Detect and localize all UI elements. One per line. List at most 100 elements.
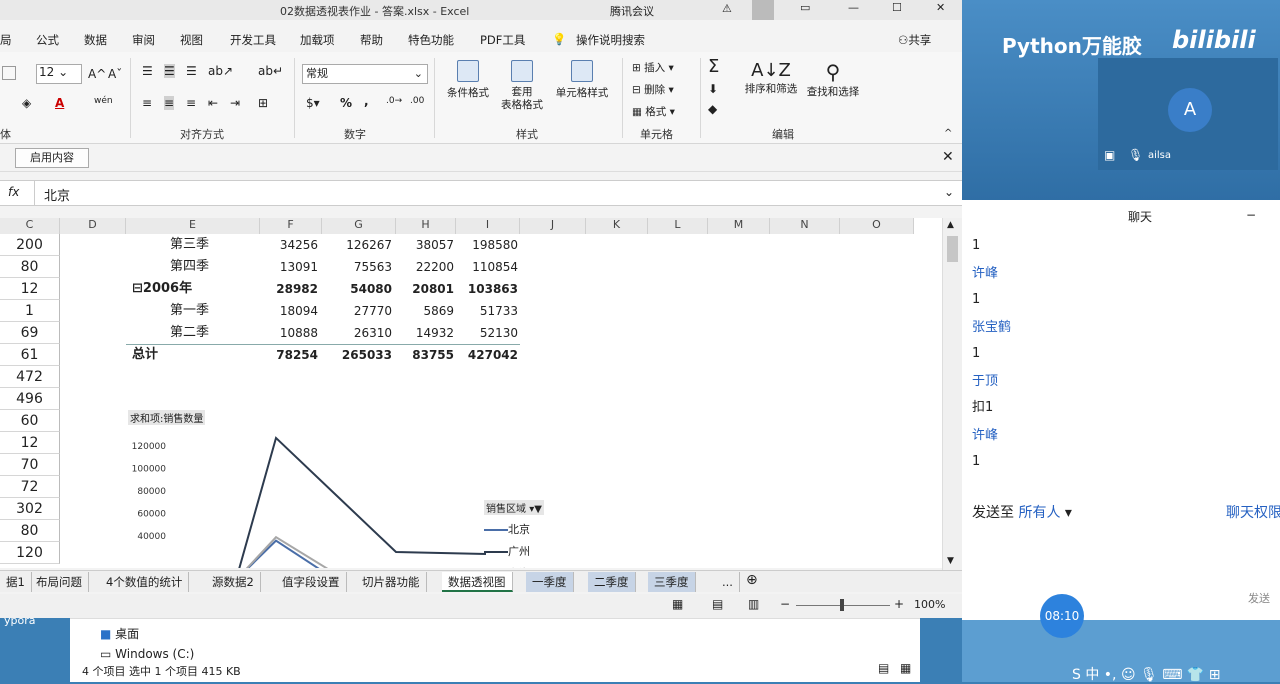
align-bottom-icon[interactable]: ☰ [186, 64, 197, 78]
close-button[interactable]: ✕ [936, 1, 945, 14]
normal-view-icon[interactable]: ▦ [672, 597, 683, 611]
pivot-cell-g[interactable]: 26310 [324, 322, 392, 344]
autosum-icon[interactable]: Σ [708, 56, 719, 77]
pivot-cell-g[interactable]: 54080 [324, 278, 392, 300]
legend-filter-button[interactable]: 销售区域 ▾▼ [484, 500, 544, 515]
col-header-c[interactable]: C [0, 218, 60, 234]
shrink-font-icon[interactable]: Aˇ [108, 67, 122, 81]
find-select-button[interactable]: ⚲ 查找和选择 [802, 60, 864, 99]
decrease-indent-icon[interactable]: ⇤ [208, 96, 218, 110]
pivot-cell-g[interactable]: 265033 [324, 344, 392, 366]
cell-c[interactable]: 80 [0, 256, 60, 278]
cell-c[interactable]: 120 [0, 542, 60, 564]
pivot-cell-f[interactable]: 78254 [262, 344, 318, 366]
collapse-ribbon-icon[interactable]: ^ [944, 128, 952, 139]
list-item[interactable]: ▭ Windows (C:) [100, 647, 194, 661]
enable-content-button[interactable]: 启用内容 [15, 148, 89, 168]
sheet-tab[interactable]: 值字段设置 [276, 572, 347, 592]
pivot-cell-i[interactable]: 52130 [458, 322, 518, 344]
cell-c[interactable]: 472 [0, 366, 60, 388]
insert-button[interactable]: ⊞ 插入 ▾ [632, 60, 674, 75]
page-layout-icon[interactable]: ▤ [712, 597, 723, 611]
col-header-k[interactable]: K [586, 218, 648, 234]
pivot-cell-g[interactable]: 126267 [324, 234, 392, 256]
chat-input[interactable] [970, 526, 1270, 586]
legend-entry[interactable]: 北京 [484, 521, 554, 537]
page-break-icon[interactable]: ▥ [748, 597, 759, 611]
avatar[interactable] [752, 0, 774, 20]
pivot-cell-i[interactable]: 110854 [458, 256, 518, 278]
format-as-table-button[interactable]: 套用 表格格式 [494, 60, 550, 112]
pivot-cell-f[interactable]: 28982 [262, 278, 318, 300]
pivot-cell-g[interactable]: 27770 [324, 300, 392, 322]
chevron-down-icon[interactable]: ⌄ [944, 185, 954, 199]
send-to-label[interactable]: 发送至 所有人 ▾ [972, 502, 1072, 522]
sort-filter-button[interactable]: A↓Z 排序和筛选 [740, 60, 802, 96]
col-header-e[interactable]: E [126, 218, 260, 234]
scroll-down-icon[interactable]: ▼ [947, 556, 954, 566]
pivot-cell-h[interactable]: 20801 [398, 278, 454, 300]
pivot-cell-h[interactable]: 38057 [398, 234, 454, 256]
col-header-i[interactable]: I [456, 218, 520, 234]
minimize-icon[interactable]: − [1246, 208, 1256, 222]
cell-c[interactable]: 200 [0, 234, 60, 256]
col-header-h[interactable]: H [396, 218, 456, 234]
cell-c[interactable]: 69 [0, 322, 60, 344]
cell-c[interactable]: 60 [0, 410, 60, 432]
menu-view[interactable]: 视图 [180, 32, 203, 48]
align-right-icon[interactable]: ≡ [186, 96, 196, 110]
close-bar-icon[interactable]: ✕ [942, 149, 954, 165]
zoom-level[interactable]: 100% [914, 598, 945, 611]
maximize-button[interactable]: ☐ [892, 1, 902, 14]
scroll-up-icon[interactable]: ▲ [947, 220, 954, 230]
list-item[interactable]: ■ 桌面 [100, 625, 139, 642]
clear-icon[interactable]: ◆ [708, 102, 717, 116]
pivot-cell-f[interactable]: 18094 [262, 300, 318, 322]
sheet-tab[interactable]: 切片器功能 [356, 572, 427, 592]
warning-icon[interactable]: ⚠ [722, 2, 732, 15]
pivot-cell-f[interactable]: 10888 [262, 322, 318, 344]
grow-font-icon[interactable]: A^ [88, 67, 106, 81]
pivot-cell-h[interactable]: 5869 [398, 300, 454, 322]
decrease-decimal-icon[interactable]: .00 [410, 96, 424, 106]
cell-c[interactable]: 1 [0, 300, 60, 322]
formula-input[interactable]: 北京 [44, 185, 70, 204]
tiles-view-icon[interactable]: ▦ [900, 661, 911, 675]
comma-icon[interactable]: , [364, 94, 369, 108]
share-button[interactable]: ⚇共享 [898, 32, 931, 48]
sheet-tab[interactable]: 数据透视图 [442, 572, 513, 592]
vertical-scrollbar[interactable]: ▲ ▼ [942, 218, 962, 570]
align-middle-icon[interactable]: ☰ [164, 64, 175, 78]
menu-developer[interactable]: 开发工具 [230, 32, 276, 48]
pivot-cell-i[interactable]: 427042 [458, 344, 518, 366]
pivot-row-label[interactable]: 第二季 [170, 322, 209, 344]
pivot-cell-g[interactable]: 75563 [324, 256, 392, 278]
cell-c[interactable]: 70 [0, 454, 60, 476]
zoom-slider-thumb[interactable] [840, 599, 844, 611]
pivot-row-label[interactable]: 第三季 [170, 234, 209, 256]
menu-data[interactable]: 数据 [84, 32, 107, 48]
col-header-f[interactable]: F [260, 218, 322, 234]
series-line-2[interactable] [236, 535, 396, 568]
wrap-text-icon[interactable]: ab↵ [258, 64, 283, 78]
legend-entry[interactable]: 广州 [484, 543, 554, 559]
menu-addins[interactable]: 加载项 [300, 32, 335, 48]
sheet-tab[interactable]: 4个数值的统计 [100, 572, 190, 592]
chat-permission-link[interactable]: 聊天权限 [1226, 502, 1280, 522]
pivot-cell-h[interactable]: 22200 [398, 256, 454, 278]
sheet-tab[interactable]: 布局问题 [30, 572, 89, 592]
fill-color-icon[interactable]: ◈ [22, 96, 31, 110]
add-sheet-icon[interactable]: ⊕ [746, 572, 758, 588]
typora-label[interactable]: ypora [4, 614, 36, 627]
percent-icon[interactable]: % [340, 96, 352, 110]
fill-icon[interactable]: ⬇ [708, 82, 718, 96]
align-center-icon[interactable]: ≡ [164, 96, 175, 110]
menu-review[interactable]: 审阅 [132, 32, 155, 48]
number-format-select[interactable]: 常规 ⌄ [302, 64, 428, 84]
pivot-cell-i[interactable]: 198580 [458, 234, 518, 256]
align-top-icon[interactable]: ☰ [142, 64, 153, 78]
legend-entry[interactable]: 上海 [484, 565, 554, 568]
ribbon-display-icon[interactable]: ▭ [800, 1, 810, 14]
sheet-tab[interactable]: 一季度 [526, 572, 574, 592]
pivot-chart[interactable]: 求和项:销售数量 140000 120000 100000 80000 60000 400… [122, 408, 562, 568]
